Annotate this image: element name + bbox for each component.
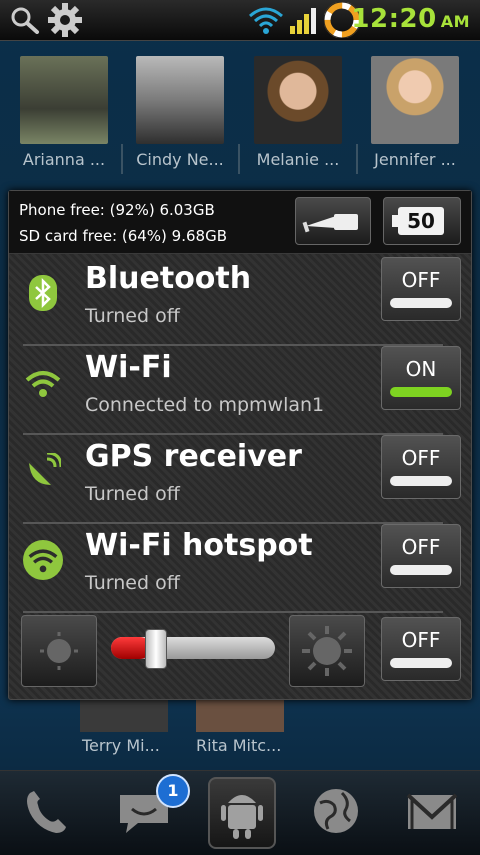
toggle-indicator — [390, 658, 452, 668]
toggle-subtitle: Turned off — [85, 572, 180, 594]
contact-name: Melanie ... — [256, 150, 340, 169]
wifi-toggle[interactable]: ON — [381, 346, 461, 410]
gmail-icon — [406, 793, 458, 829]
contact-card[interactable]: Arianna ... — [20, 56, 108, 169]
toggle-subtitle: Connected to mpmwlan1 — [85, 394, 325, 416]
search-icon[interactable] — [10, 6, 40, 34]
brightness-high-icon — [302, 626, 352, 676]
row-divider — [23, 611, 443, 613]
contact-card[interactable]: Melanie ... — [254, 56, 342, 169]
contact-name: Arianna ... — [22, 150, 106, 169]
contact-name: Rita Mitc... — [196, 736, 282, 755]
contacts-widget: Arianna ... Cindy Ne... Melanie ... Jenn… — [0, 56, 480, 176]
toggle-state: ON — [405, 357, 437, 381]
toggle-state: OFF — [401, 446, 441, 470]
contact-name: Jennifer ... — [374, 150, 456, 169]
toggle-title: GPS receiver — [85, 439, 302, 474]
toggle-title: Wi-Fi — [85, 350, 172, 385]
contact-card[interactable]: Cindy Ne... — [136, 56, 224, 169]
bluetooth-toggle[interactable]: OFF — [381, 257, 461, 321]
toggle-title: Bluetooth — [85, 261, 252, 296]
contact-photo — [371, 56, 459, 144]
divider — [121, 144, 123, 174]
brightness-row: OFF — [9, 615, 471, 695]
toggle-subtitle: Turned off — [85, 305, 180, 327]
storage-info: Phone free: (92%) 6.03GB SD card free: (… — [9, 191, 471, 254]
brightness-low-icon — [40, 632, 78, 670]
contact-photo — [20, 56, 108, 144]
gear-icon[interactable] — [46, 2, 84, 38]
toggle-row-hotspot[interactable]: Wi-Fi hotspot Turned off OFF — [9, 524, 471, 613]
toggle-row-bluetooth[interactable]: Bluetooth Turned off OFF — [9, 257, 471, 346]
quick-settings-panel: Phone free: (92%) 6.03GB SD card free: (… — [8, 190, 472, 700]
toggle-row-wifi[interactable]: Wi-Fi Connected to mpmwlan1 ON — [9, 346, 471, 435]
toggle-indicator — [390, 298, 452, 308]
gps-icon — [29, 453, 61, 485]
app-drawer-button[interactable] — [208, 777, 276, 849]
toggle-title: Wi-Fi hotspot — [85, 528, 313, 563]
wifi-icon — [249, 7, 283, 34]
wifi-icon — [25, 371, 61, 397]
phone-free-text: Phone free: (92%) 6.03GB — [19, 201, 215, 219]
contact-name: Cindy Ne... — [136, 150, 224, 169]
toggle-subtitle: Turned off — [85, 483, 180, 505]
contact-name: Terry Mi... — [82, 736, 160, 755]
phone-icon — [27, 791, 66, 833]
brightness-slider-thumb[interactable] — [145, 629, 167, 669]
divider — [238, 144, 240, 174]
auto-brightness-toggle[interactable]: OFF — [381, 617, 461, 681]
toggle-state: OFF — [401, 535, 441, 559]
status-bar: 12:20 AM — [0, 0, 480, 41]
toggle-state: OFF — [401, 628, 441, 652]
brightness-slider[interactable] — [111, 629, 275, 669]
battery-level: 50 — [407, 209, 435, 233]
toggle-state: OFF — [401, 268, 441, 292]
messages-badge: 1 — [156, 774, 190, 808]
battery-button[interactable]: 50 — [383, 197, 461, 245]
clock-time: 12:20 — [351, 4, 437, 34]
clock-ampm: AM — [440, 12, 470, 31]
contact-card[interactable]: Jennifer ... — [371, 56, 459, 169]
toggle-row-gps[interactable]: GPS receiver Turned off OFF — [9, 435, 471, 524]
gps-toggle[interactable]: OFF — [381, 435, 461, 499]
toggle-indicator — [390, 387, 452, 397]
brightness-up-button[interactable] — [289, 615, 365, 687]
bluetooth-icon — [29, 275, 57, 311]
gmail-button[interactable] — [402, 779, 462, 843]
signal-icon — [290, 8, 316, 34]
contact-photo — [196, 698, 284, 732]
sdcard-free-text: SD card free: (64%) 9.68GB — [19, 227, 227, 245]
flashlight-button[interactable] — [295, 197, 371, 245]
phone-button[interactable] — [16, 779, 76, 843]
flashlight-icon — [302, 214, 358, 233]
contact-photo — [136, 56, 224, 144]
browser-button[interactable] — [306, 779, 366, 843]
contact-photo — [80, 698, 168, 732]
toggle-indicator — [390, 565, 452, 575]
toggle-indicator — [390, 476, 452, 486]
app-dock — [0, 770, 480, 855]
brightness-down-button[interactable] — [21, 615, 97, 687]
clock: 12:20 AM — [351, 4, 470, 34]
hotspot-icon — [23, 540, 63, 580]
divider — [356, 144, 358, 174]
contact-photo — [254, 56, 342, 144]
android-apps-icon — [221, 795, 263, 839]
hotspot-toggle[interactable]: OFF — [381, 524, 461, 588]
browser-icon — [314, 789, 358, 833]
